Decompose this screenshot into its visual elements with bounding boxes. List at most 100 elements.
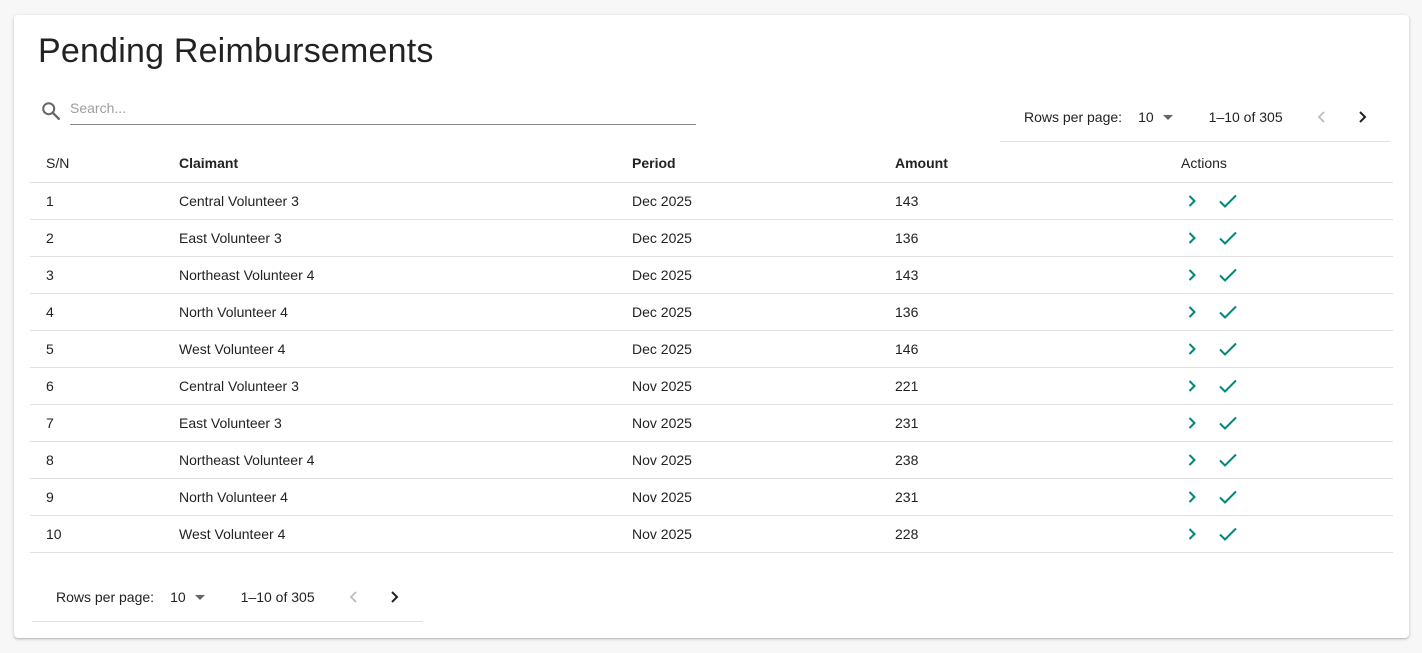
cell-actions [1181, 182, 1393, 220]
table-row[interactable]: 3 Northeast Volunteer 4 Dec 2025 143 [30, 256, 1393, 294]
cell-sn: 9 [30, 478, 179, 516]
table-row[interactable]: 9 North Volunteer 4 Nov 2025 231 [30, 478, 1393, 516]
table-row[interactable]: 7 East Volunteer 3 Nov 2025 231 [30, 404, 1393, 442]
chevron-right-icon [1188, 268, 1196, 281]
search-bar [38, 97, 696, 125]
view-details-button[interactable] [1182, 228, 1202, 248]
column-header-sn[interactable]: S/N [30, 144, 179, 183]
search-input[interactable] [70, 97, 696, 125]
cell-actions [1181, 515, 1393, 553]
table-row[interactable]: 10 West Volunteer 4 Nov 2025 228 [30, 515, 1393, 553]
approve-button[interactable] [1217, 413, 1239, 433]
column-header-amount[interactable]: Amount [895, 144, 1181, 183]
cell-actions [1181, 367, 1393, 405]
approve-button[interactable] [1217, 265, 1239, 285]
approve-button[interactable] [1217, 191, 1239, 211]
rows-per-page-select[interactable]: 10 [170, 589, 205, 605]
chevron-right-icon [1188, 305, 1196, 318]
table-row[interactable]: 6 Central Volunteer 3 Nov 2025 221 [30, 367, 1393, 405]
cell-actions [1181, 330, 1393, 368]
previous-page-button[interactable] [1308, 103, 1336, 131]
next-page-button[interactable] [1348, 103, 1376, 131]
reimbursements-card: Pending Reimbursements Rows per page: 10… [14, 15, 1409, 638]
cell-period: Nov 2025 [632, 478, 895, 516]
cell-amount: 221 [895, 367, 1181, 405]
column-header-claimant[interactable]: Claimant [179, 144, 632, 183]
cell-sn: 4 [30, 293, 179, 331]
approve-button[interactable] [1217, 450, 1239, 470]
cell-period: Dec 2025 [632, 330, 895, 368]
approve-button[interactable] [1217, 487, 1239, 507]
cell-period: Nov 2025 [632, 441, 895, 479]
view-details-button[interactable] [1182, 302, 1202, 322]
cell-claimant: Northeast Volunteer 4 [179, 441, 632, 479]
rows-per-page-select[interactable]: 10 [1138, 109, 1173, 125]
view-details-button[interactable] [1182, 265, 1202, 285]
cell-claimant: West Volunteer 4 [179, 330, 632, 368]
table-row[interactable]: 4 North Volunteer 4 Dec 2025 136 [30, 293, 1393, 331]
cell-actions [1181, 441, 1393, 479]
table-row[interactable]: 5 West Volunteer 4 Dec 2025 146 [30, 330, 1393, 368]
caret-down-icon [194, 594, 205, 600]
cell-sn: 1 [30, 182, 179, 220]
page-title: Pending Reimbursements [38, 32, 434, 70]
cell-claimant: North Volunteer 4 [179, 293, 632, 331]
check-icon [1219, 194, 1237, 208]
cell-amount: 143 [895, 182, 1181, 220]
cell-claimant: Northeast Volunteer 4 [179, 256, 632, 294]
cell-amount: 136 [895, 293, 1181, 331]
approve-button[interactable] [1217, 524, 1239, 544]
check-icon [1219, 490, 1237, 504]
approve-button[interactable] [1217, 339, 1239, 359]
table-row[interactable]: 8 Northeast Volunteer 4 Nov 2025 238 [30, 441, 1393, 479]
cell-sn: 6 [30, 367, 179, 405]
column-header-period[interactable]: Period [632, 144, 895, 183]
rows-per-page-value: 10 [1138, 109, 1154, 125]
cell-period: Nov 2025 [632, 515, 895, 553]
column-header-actions: Actions [1181, 144, 1393, 183]
check-icon [1219, 527, 1237, 541]
cell-period: Dec 2025 [632, 293, 895, 331]
cell-period: Nov 2025 [632, 404, 895, 442]
chevron-right-icon [1188, 490, 1196, 503]
table-row[interactable]: 1 Central Volunteer 3 Dec 2025 143 [30, 182, 1393, 220]
table-row[interactable]: 2 East Volunteer 3 Dec 2025 136 [30, 219, 1393, 257]
view-details-button[interactable] [1182, 376, 1202, 396]
rows-per-page-label: Rows per page: [56, 589, 155, 605]
view-details-button[interactable] [1182, 339, 1202, 359]
view-details-button[interactable] [1182, 487, 1202, 507]
chevron-right-icon [1358, 111, 1367, 123]
pagination-bottom: Rows per page: 10 1–10 of 305 [32, 573, 423, 622]
chevron-right-icon [1188, 231, 1196, 244]
cell-amount: 231 [895, 404, 1181, 442]
cell-amount: 228 [895, 515, 1181, 553]
cell-amount: 143 [895, 256, 1181, 294]
view-details-button[interactable] [1182, 413, 1202, 433]
rows-per-page-label: Rows per page: [1024, 109, 1123, 125]
check-icon [1219, 268, 1237, 282]
cell-period: Dec 2025 [632, 219, 895, 257]
cell-claimant: West Volunteer 4 [179, 515, 632, 553]
approve-button[interactable] [1217, 302, 1239, 322]
chevron-right-icon [1188, 342, 1196, 355]
pagination-range: 1–10 of 305 [240, 589, 315, 605]
chevron-right-icon [1188, 194, 1196, 207]
approve-button[interactable] [1217, 228, 1239, 248]
rows-per-page-value: 10 [170, 589, 186, 605]
next-page-button[interactable] [380, 583, 408, 611]
cell-amount: 231 [895, 478, 1181, 516]
approve-button[interactable] [1217, 376, 1239, 396]
cell-actions [1181, 404, 1393, 442]
reimbursements-table: S/N Claimant Period Amount Actions 1 Cen… [30, 144, 1393, 553]
chevron-right-icon [1188, 453, 1196, 466]
cell-amount: 136 [895, 219, 1181, 257]
view-details-button[interactable] [1182, 524, 1202, 544]
cell-period: Dec 2025 [632, 256, 895, 294]
previous-page-button[interactable] [340, 583, 368, 611]
view-details-button[interactable] [1182, 450, 1202, 470]
view-details-button[interactable] [1182, 191, 1202, 211]
cell-actions [1181, 478, 1393, 516]
check-icon [1219, 379, 1237, 393]
cell-claimant: North Volunteer 4 [179, 478, 632, 516]
cell-sn: 3 [30, 256, 179, 294]
